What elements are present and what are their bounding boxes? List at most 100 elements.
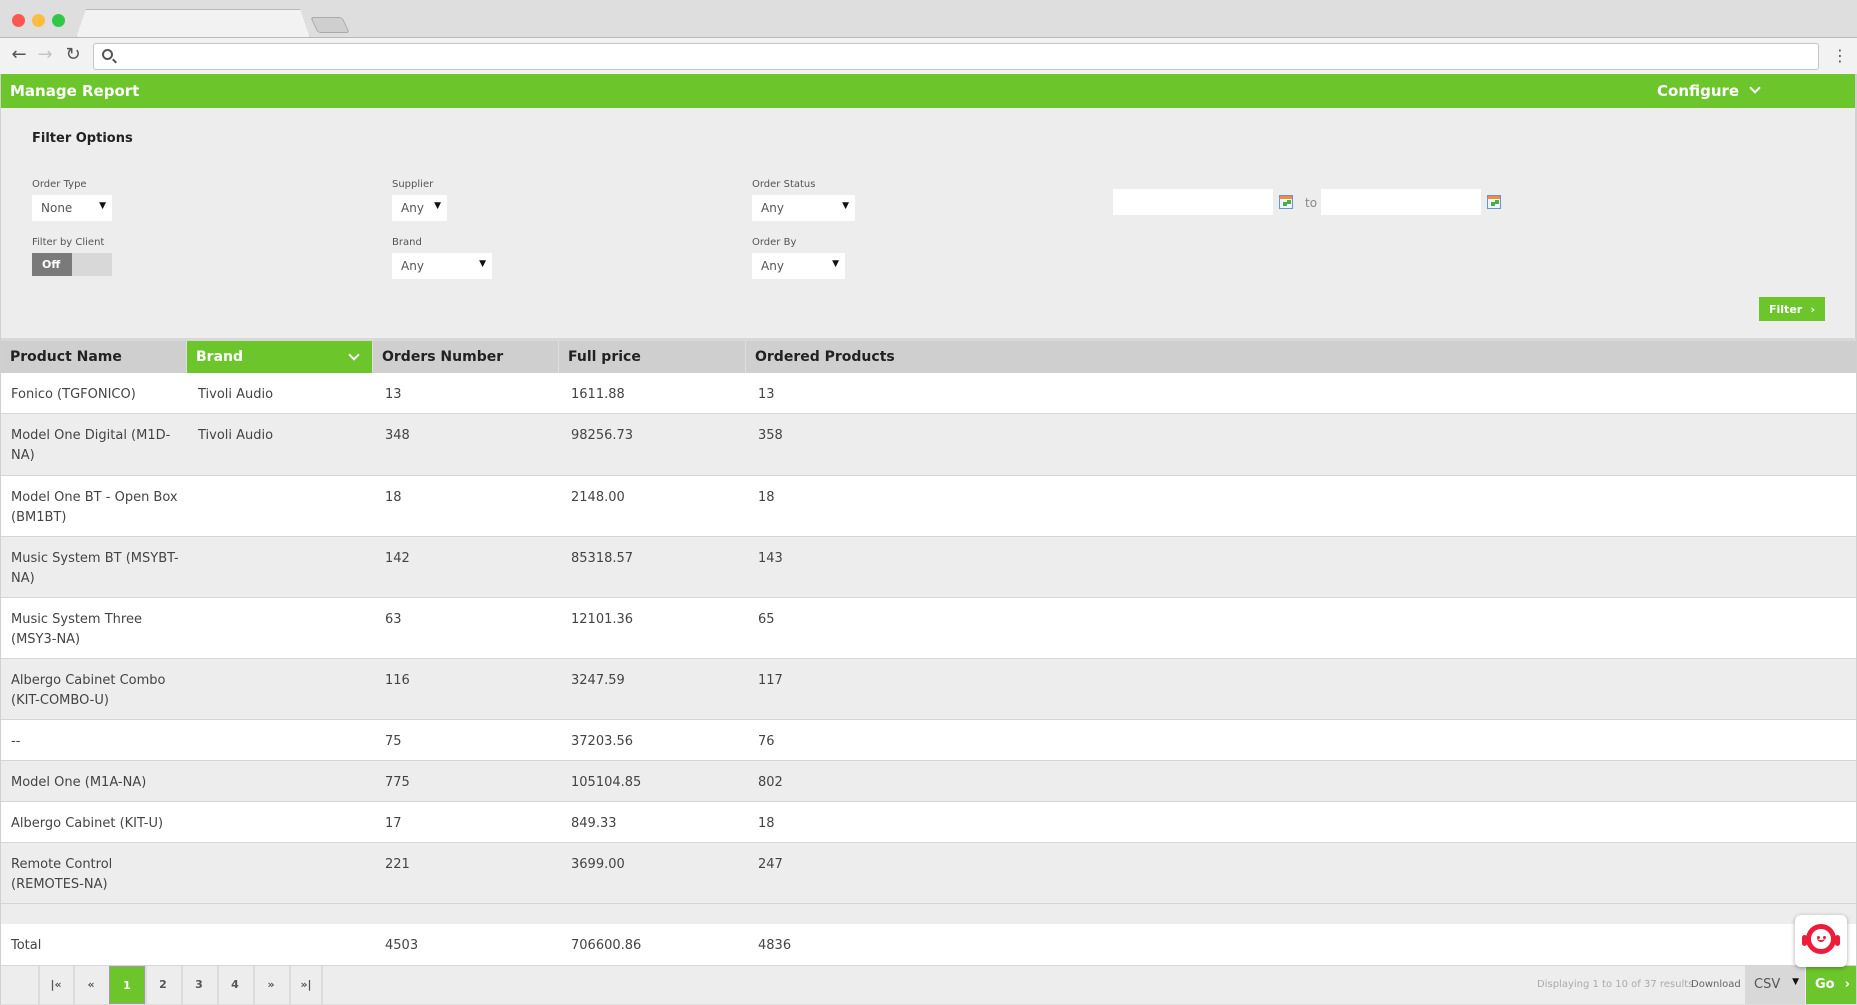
arrow-left-icon[interactable]: ← [8,44,30,66]
filter-by-client-toggle[interactable]: Off [32,253,112,276]
support-chat-icon[interactable] [1795,915,1847,967]
go-download-button[interactable]: Go › [1806,966,1856,1004]
table-spacer-row [1,904,1856,924]
app-content: Manage Report Configure Filter Options O… [0,74,1857,1004]
previous-page-button[interactable]: « [73,966,107,1004]
cell-name: Remote Control (REMOTES-NA) [11,857,113,892]
first-page-button[interactable]: |« [38,966,72,1004]
column-header-product-name[interactable]: Product Name [1,341,187,373]
calendar-icon[interactable] [1487,195,1501,209]
cell-brand: Tivoli Audio [198,387,274,402]
date-range-to-label: to [1305,196,1318,210]
table-row[interactable]: Model One BT - Open Box (BM1BT) 18 2148.00… [1,476,1856,537]
cell-ordered: 802 [758,775,783,790]
cell-price: 1611.88 [571,387,625,402]
cell-orders: 775 [385,775,410,790]
cell-price: 3247.59 [571,673,625,688]
column-header-label: Ordered Products [755,349,895,365]
order-by-select[interactable]: Any ▼ [752,253,845,279]
download-format-select[interactable]: CSV ▼ [1745,966,1805,1004]
cell-name: Albergo Cabinet Combo (KIT-COMBO-U) [11,673,166,708]
filter-options-heading: Filter Options [32,131,133,146]
cell-ordered: 247 [758,857,783,872]
date-to-input[interactable] [1321,189,1481,215]
table-row[interactable]: -- 75 37203.56 76 [1,720,1856,761]
page-button-1[interactable]: 1 [109,966,145,1004]
dropdown-arrow-icon: ▼ [1792,977,1799,987]
table-header: Product Name Brand Orders Number Full pr… [1,338,1856,373]
column-header-brand[interactable]: Brand [187,341,373,373]
page-button-3[interactable]: 3 [181,966,215,1004]
column-header-ordered-products[interactable]: Ordered Products [746,341,933,373]
kebab-menu-icon[interactable]: ⋮ [1832,45,1848,67]
order-by-value: Any [761,259,784,273]
table-row[interactable]: Model One (M1A-NA) 775 105104.85 802 [1,761,1856,802]
cell-orders: 348 [385,428,410,443]
browser-toolbar: ← → ↻ ⋮ [0,37,1857,74]
cell-orders: 116 [385,673,410,688]
column-header-label: Orders Number [382,349,504,365]
toggle-state: Off [32,253,72,276]
cell-ordered: 117 [758,673,783,688]
column-header-label: Full price [568,349,641,365]
table-row[interactable]: Model One Digital (M1D-NA) Tivoli Audio 34… [1,414,1856,476]
chevron-down-icon [1749,82,1761,94]
cell-ordered: 13 [758,387,775,402]
cell-ordered: 18 [758,816,775,831]
cell-brand: Tivoli Audio [198,428,274,443]
page-button-4[interactable]: 4 [217,966,251,1004]
table-row[interactable]: Music System BT (MSYBT-NA) 142 85318.57 143 [1,537,1856,598]
brand-select[interactable]: Any ▼ [392,253,492,279]
column-header-orders-number[interactable]: Orders Number [373,341,559,373]
cell-price: 85318.57 [571,551,634,566]
order-type-label: Order Type [32,179,87,190]
last-page-button[interactable]: »| [289,966,323,1004]
supplier-select[interactable]: Any ▼ [392,195,447,221]
table-row[interactable]: Fonico (TGFONICO) Tivoli Audio 13 1611.88 13 [1,373,1856,414]
cell-orders: 221 [385,857,410,872]
order-status-value: Any [761,201,784,215]
browser-tab[interactable] [76,9,310,38]
cell-price: 37203.56 [571,734,634,749]
date-from-input[interactable] [1113,189,1273,215]
dropdown-arrow-icon: ▼ [99,201,106,211]
order-type-select[interactable]: None ▼ [32,195,112,221]
new-tab-button[interactable] [310,17,350,33]
tab-strip [0,0,1857,37]
download-label: Download [1691,979,1741,990]
minimize-window-button[interactable] [32,14,45,27]
close-window-button[interactable] [12,14,25,27]
cell-price: 2148.00 [571,490,625,505]
table-footer: |« « 1 2 3 4 » »| Displaying 1 to 10 of … [1,965,1856,1004]
calendar-icon[interactable] [1279,195,1293,209]
address-bar[interactable] [93,43,1819,70]
dropdown-arrow-icon: ▼ [479,259,486,269]
total-ordered: 4836 [758,938,792,953]
next-page-button[interactable]: » [253,966,287,1004]
supplier-value: Any [401,201,424,215]
cell-name: -- [11,734,21,749]
results-summary: Displaying 1 to 10 of 37 results [1537,979,1694,990]
page-button-2[interactable]: 2 [145,966,179,1004]
table-row[interactable]: Albergo Cabinet Combo (KIT-COMBO-U) 116 32… [1,659,1856,720]
order-status-select[interactable]: Any ▼ [752,195,855,221]
cell-price: 98256.73 [571,428,634,443]
filter-button[interactable]: Filter › [1759,297,1825,321]
arrow-right-icon[interactable]: → [34,44,56,66]
cell-name: Model One (M1A-NA) [11,775,147,790]
download-format-value: CSV [1754,977,1781,992]
dropdown-arrow-icon: ▼ [842,201,849,211]
table-row[interactable]: Albergo Cabinet (KIT-U) 17 849.33 18 [1,802,1856,843]
brand-value: Any [401,259,424,273]
cell-ordered: 18 [758,490,775,505]
cell-name: Fonico (TGFONICO) [11,387,136,402]
table-row[interactable]: Remote Control (REMOTES-NA) 221 3699.00 247 [1,843,1856,904]
configure-menu-button[interactable]: Configure [1657,82,1761,100]
cell-orders: 75 [385,734,402,749]
column-header-full-price[interactable]: Full price [559,341,746,373]
supplier-label: Supplier [392,179,434,190]
table-row[interactable]: Music System Three (MSY3-NA) 63 12101.36 65 [1,598,1856,659]
total-label: Total [11,938,42,953]
maximize-window-button[interactable] [52,14,65,27]
reload-icon[interactable]: ↻ [62,44,84,66]
